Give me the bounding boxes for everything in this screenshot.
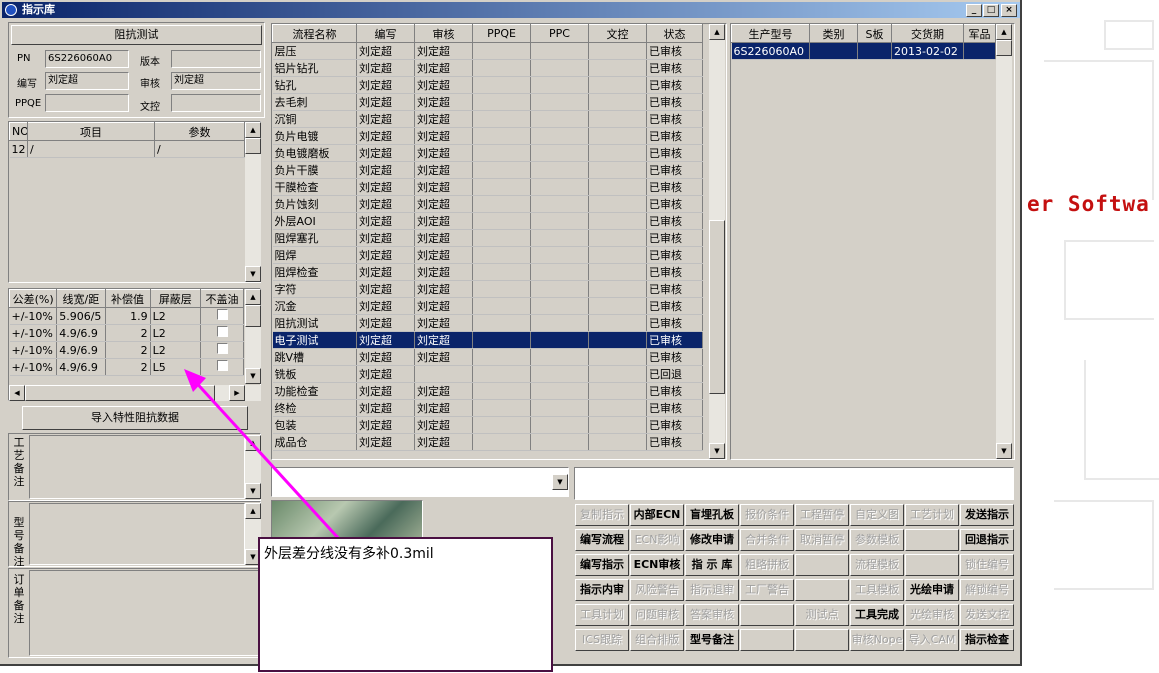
arrow-line <box>190 376 342 542</box>
annotation-arrow <box>184 369 342 542</box>
annotation-callout: 外层差分线没有多补0.3mil <box>258 537 553 672</box>
annotation-text: 外层差分线没有多补0.3mil <box>264 546 434 562</box>
